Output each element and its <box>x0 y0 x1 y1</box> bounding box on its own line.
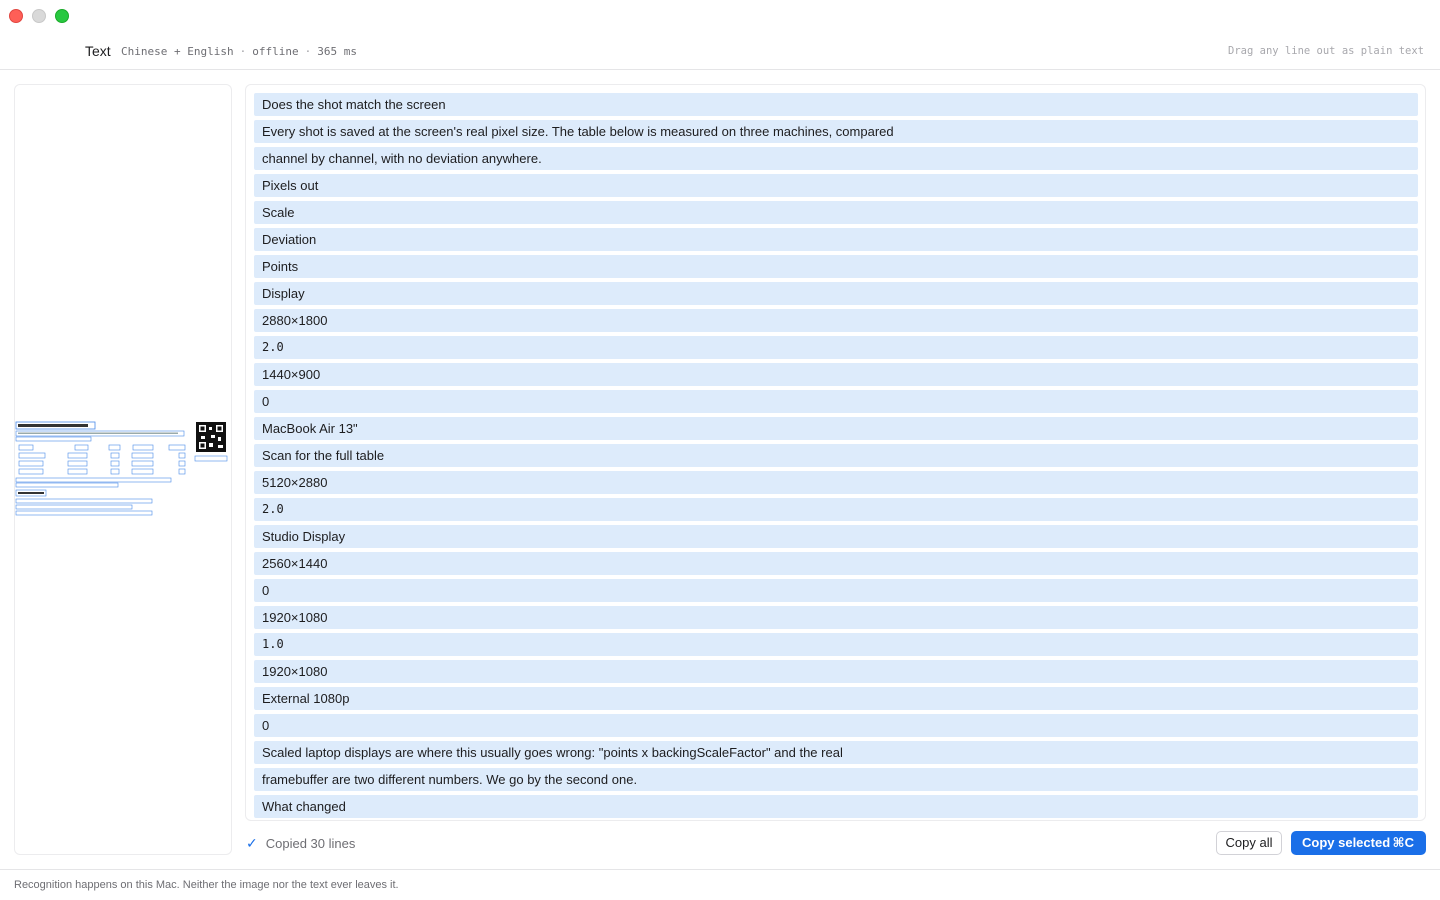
text-line[interactable]: What changed <box>254 795 1418 818</box>
page-title: Text <box>85 43 111 59</box>
checkmark-icon: ✓ <box>246 835 258 851</box>
footer: Recognition happens on this Mac. Neither… <box>0 869 1440 900</box>
text-line[interactable]: Pixels out <box>254 174 1418 197</box>
window-minimize-button[interactable] <box>32 9 46 23</box>
image-preview <box>14 84 232 855</box>
text-line[interactable]: framebuffer are two different numbers. W… <box>254 768 1418 791</box>
text-line[interactable]: 0 <box>254 390 1418 413</box>
recognized-lines-panel[interactable]: Does the shot match the screen Every shot… <box>245 84 1426 821</box>
window-maximize-button[interactable] <box>55 9 69 23</box>
text-line[interactable]: 2560×1440 <box>254 552 1418 575</box>
drag-hint: Drag any line out as plain text <box>1228 45 1424 57</box>
window-close-button[interactable] <box>9 9 23 23</box>
text-line[interactable]: Every shot is saved at the screen's real… <box>254 120 1418 143</box>
text-line[interactable]: channel by channel, with no deviation an… <box>254 147 1418 170</box>
keyboard-shortcut: ⌘C <box>1392 835 1414 850</box>
text-line[interactable]: Does the shot match the screen <box>254 93 1418 116</box>
text-line[interactable]: 2.0 <box>254 336 1418 359</box>
title-bar: Text Chinese + English · offline · 365 ms Dr… <box>0 0 1440 70</box>
text-line[interactable]: 0 <box>254 714 1418 737</box>
text-line[interactable]: Points <box>254 255 1418 278</box>
text-line[interactable]: Deviation <box>254 228 1418 251</box>
text-line[interactable]: Scaled laptop displays are where this us… <box>254 741 1418 764</box>
text-line[interactable]: External 1080p <box>254 687 1418 710</box>
mode-label: offline <box>252 45 299 58</box>
text-line[interactable]: 1920×1080 <box>254 660 1418 683</box>
text-line[interactable]: 2.0 <box>254 498 1418 521</box>
text-line[interactable]: 5120×2880 <box>254 471 1418 494</box>
recognized-lines-list: Does the shot match the screen Every shot… <box>254 93 1418 820</box>
privacy-note: Recognition happens on this Mac. Neither… <box>14 879 399 891</box>
text-line[interactable]: 2880×1800 <box>254 309 1418 332</box>
recognition-meta: Chinese + English · offline · 365 ms <box>121 45 357 58</box>
text-line[interactable]: Scale <box>254 201 1418 224</box>
text-line[interactable]: Studio Display <box>254 525 1418 548</box>
text-line[interactable]: 1440×900 <box>254 363 1418 386</box>
copy-all-button[interactable]: Copy all <box>1216 831 1282 855</box>
duration-label: 365 ms <box>317 45 357 58</box>
separator: · <box>304 45 312 58</box>
copy-selected-button[interactable]: Copy selected ⌘C <box>1291 831 1426 855</box>
copy-status-text: Copied 30 lines <box>265 836 356 851</box>
copy-status: ✓ Copied 30 lines <box>246 835 355 852</box>
text-line[interactable]: 0 <box>254 579 1418 602</box>
copy-selected-label: Copy selected <box>1302 835 1391 850</box>
separator: · <box>239 45 247 58</box>
text-line[interactable]: 1.0 <box>254 633 1418 656</box>
text-line[interactable]: Scan for the full table <box>254 444 1418 467</box>
text-line[interactable]: MacBook Air 13" <box>254 417 1418 440</box>
text-line[interactable]: 1920×1080 <box>254 606 1418 629</box>
language-label: Chinese + English <box>121 45 234 58</box>
text-line[interactable]: Display <box>254 282 1418 305</box>
document-thumbnail <box>15 421 228 516</box>
